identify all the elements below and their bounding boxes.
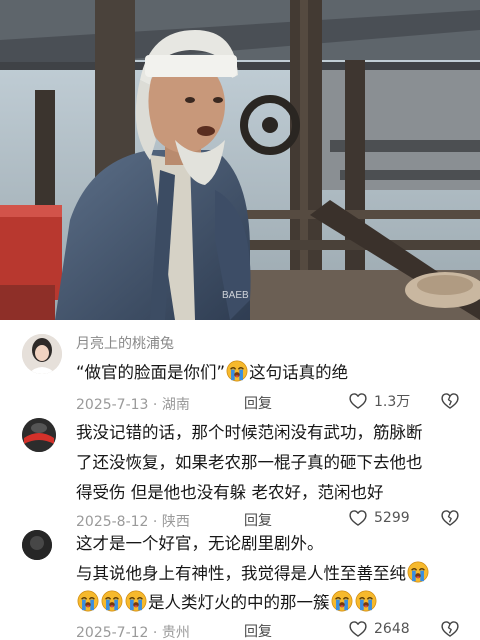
reply-button[interactable]: 回复 bbox=[244, 510, 272, 530]
comment-text-line: 是人类灯火的中的那一簇 bbox=[76, 589, 378, 617]
loudly-crying-emoji-icon bbox=[101, 590, 123, 612]
loudly-crying-emoji-icon bbox=[355, 590, 377, 612]
video-watermark: BAEB bbox=[222, 290, 249, 301]
heart-outline-icon bbox=[348, 619, 368, 639]
comment-section: 月亮上的桃浦兔 “做官的脸面是你们” 这句话真的绝 2025-7-13 · 湖南 … bbox=[0, 320, 480, 640]
video-frame[interactable]: BAEB bbox=[0, 0, 480, 320]
broken-heart-icon[interactable] bbox=[440, 508, 460, 528]
comment-text-line: 与其说他身上有神性，我觉得是人性至善至纯 bbox=[76, 560, 430, 588]
heart-outline-icon bbox=[348, 508, 368, 528]
comment-text-part: 这句话真的绝 bbox=[249, 363, 349, 382]
reply-button[interactable]: 回复 bbox=[244, 621, 272, 640]
comment-text-line: 这才是一个好官，无论剧里剧外。 bbox=[76, 534, 324, 553]
comment-date: 2025-8-12 bbox=[76, 514, 149, 530]
comment-date: 2025-7-13 bbox=[76, 397, 149, 413]
loudly-crying-emoji-icon bbox=[407, 561, 429, 583]
heart-outline-icon bbox=[348, 391, 368, 411]
loudly-crying-emoji-icon bbox=[125, 590, 147, 612]
like-button[interactable]: 1.3万 bbox=[348, 391, 410, 411]
like-button[interactable]: 5299 bbox=[348, 508, 410, 528]
comment-text: “做官的脸面是你们” 这句话真的绝 bbox=[76, 359, 348, 387]
like-count: 5299 bbox=[374, 510, 410, 526]
loudly-crying-emoji-icon bbox=[226, 360, 248, 382]
reply-button[interactable]: 回复 bbox=[244, 393, 272, 413]
comment-meta: 2025-7-13 · 湖南 bbox=[76, 397, 190, 413]
comment-location: 陕西 bbox=[161, 514, 190, 530]
loudly-crying-emoji-icon bbox=[77, 590, 99, 612]
loudly-crying-emoji-icon bbox=[331, 590, 353, 612]
comment-meta: 2025-7-12 · 贵州 bbox=[76, 625, 190, 640]
comment-text-part: “做官的脸面是你们” bbox=[76, 363, 226, 382]
comment-location: 贵州 bbox=[161, 625, 190, 640]
avatar[interactable] bbox=[22, 334, 62, 374]
comment-location: 湖南 bbox=[161, 397, 190, 413]
comment-text-line: 我没记错的话，那个时候范闲没有武功，筋脉断 bbox=[76, 423, 423, 442]
like-count: 1.3万 bbox=[374, 394, 411, 410]
broken-heart-icon[interactable] bbox=[440, 391, 460, 411]
avatar[interactable] bbox=[22, 530, 52, 560]
comment-meta: 2025-8-12 · 陕西 bbox=[76, 514, 190, 530]
broken-heart-icon[interactable] bbox=[440, 619, 460, 639]
comment-text-line: 得受伤 但是他也没有躲 老农好，范闲也好 bbox=[76, 483, 384, 502]
like-count: 2648 bbox=[374, 621, 410, 637]
comment-date: 2025-7-12 bbox=[76, 625, 149, 640]
like-button[interactable]: 2648 bbox=[348, 619, 410, 639]
comment-text-line: 了还没恢复，如果老农那一棍子真的砸下去他也 bbox=[76, 453, 423, 472]
comment-username[interactable]: 月亮上的桃浦兔 bbox=[76, 333, 174, 353]
avatar[interactable] bbox=[22, 418, 56, 452]
video-scene bbox=[0, 0, 480, 320]
